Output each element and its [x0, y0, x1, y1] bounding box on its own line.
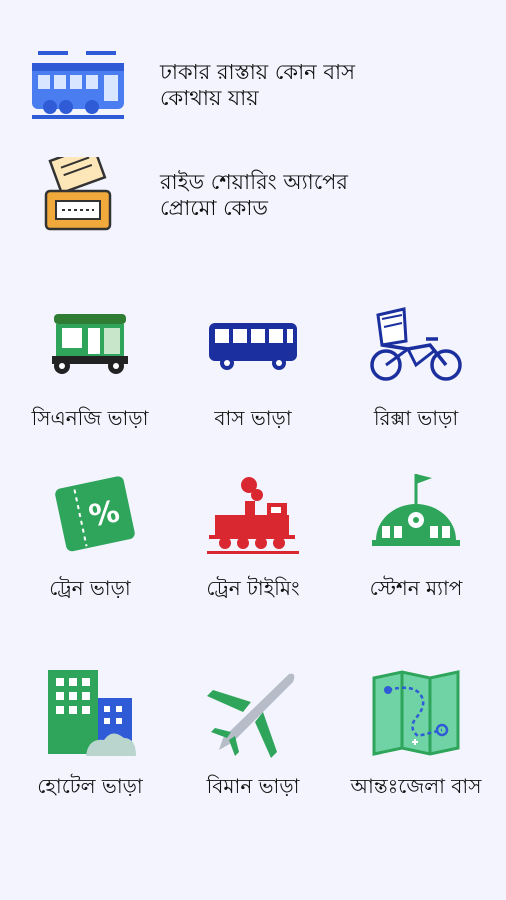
- grid-item-intercity-bus[interactable]: আন্তঃজেলা বাস: [332, 668, 500, 818]
- airplane-icon: [203, 668, 303, 758]
- grid-item-rickshaw-fare[interactable]: রিক্সা ভাড়া: [332, 300, 500, 450]
- hotel-icon: [40, 668, 140, 758]
- promo-code-item[interactable]: রাইড শেয়ারিং অ্যাপের প্রোমো কোড: [30, 155, 480, 235]
- grid-item-train-fare[interactable]: % ট্রেন ভাড়া: [6, 470, 174, 620]
- bus-route-item[interactable]: ঢাকার রাস্তায় কোন বাস কোথায় যায়: [30, 45, 480, 125]
- grid-label-train-fare: ট্রেন ভাড়া: [49, 576, 131, 600]
- grid-item-hotel-fare[interactable]: হোটেল ভাড়া: [6, 668, 174, 818]
- grid-label-hotel: হোটেল ভাড়া: [37, 774, 143, 798]
- map-icon: [366, 668, 466, 758]
- promo-ticket-icon: [30, 155, 140, 235]
- grid-label-cng: সিএনজি ভাড়া: [31, 406, 149, 430]
- grid-label-intercity-bus: আন্তঃজেলা বাস: [350, 774, 482, 798]
- grid-item-train-timing[interactable]: ট্রেন টাইমিং: [169, 470, 337, 620]
- rickshaw-icon: [366, 300, 466, 390]
- promo-code-label: রাইড শেয়ারিং অ্যাপের প্রোমো কোড: [160, 170, 348, 220]
- bus-icon: [203, 300, 303, 390]
- grid-item-bus-fare[interactable]: বাস ভাড়া: [169, 300, 337, 450]
- grid-label-rickshaw: রিক্সা ভাড়া: [373, 406, 459, 430]
- cng-icon: [40, 300, 140, 390]
- grid-item-station-map[interactable]: স্টেশন ম্যাপ: [332, 470, 500, 620]
- grid-item-cng-fare[interactable]: সিএনজি ভাড়া: [6, 300, 174, 450]
- bus-route-label: ঢাকার রাস্তায় কোন বাস কোথায় যায়: [160, 60, 356, 110]
- grid-label-flight: বিমান ভাড়া: [206, 774, 300, 798]
- train-icon: [203, 470, 303, 560]
- station-icon: [366, 470, 466, 560]
- grid-item-flight-fare[interactable]: বিমান ভাড়া: [169, 668, 337, 818]
- grid-label-station-map: স্টেশন ম্যাপ: [369, 576, 463, 600]
- bus-route-icon: [30, 45, 140, 125]
- grid-label-bus: বাস ভাড়া: [214, 406, 292, 430]
- train-ticket-icon: %: [40, 470, 140, 560]
- grid-label-train-timing: ট্রেন টাইমিং: [206, 576, 300, 600]
